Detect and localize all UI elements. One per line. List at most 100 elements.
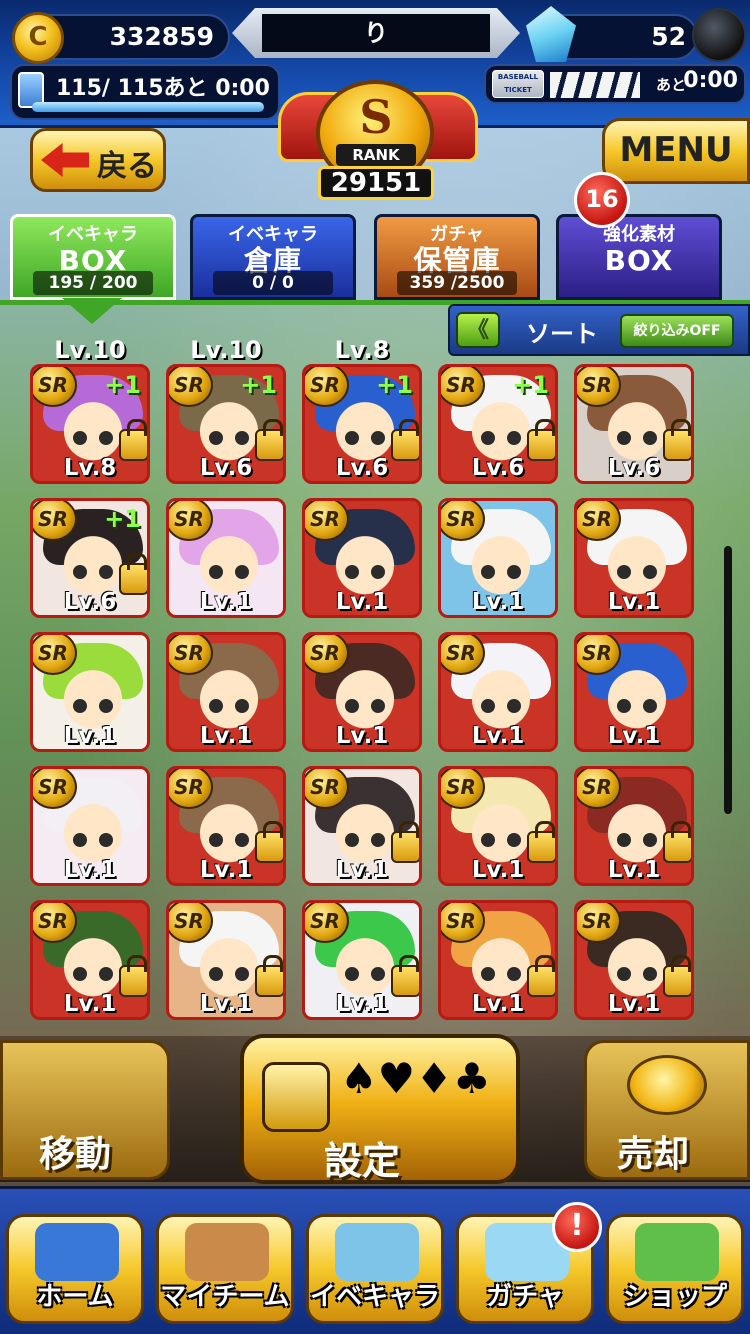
character-eye — [209, 833, 223, 847]
character-card[interactable]: SR Lv.1 — [166, 632, 286, 752]
nav-button-event-chara[interactable]: イベキャラ — [306, 1214, 444, 1324]
character-card[interactable]: SR +1 Lv.6 — [438, 364, 558, 484]
character-level: Lv.8 — [63, 455, 117, 481]
nav-button-team[interactable]: マイチーム — [156, 1214, 294, 1324]
character-card[interactable]: SR Lv.1 — [302, 900, 422, 1020]
character-card[interactable]: SR +1 Lv.6 — [30, 498, 150, 618]
character-grid: SR +1 Lv.8 SR +1 Lv.6 SR +1 Lv.6 SR +1 Lv.6 SR Lv.6 SR… — [30, 364, 706, 1030]
tab-subtitle: BOX — [604, 244, 674, 277]
sr-rarity-icon: SR — [577, 501, 621, 541]
character-level: Lv.1 — [471, 991, 525, 1017]
coin-value: 332859 — [109, 22, 214, 51]
player-name[interactable]: り — [262, 14, 490, 52]
event-chara-icon — [335, 1223, 419, 1281]
sr-rarity-icon: SR — [169, 501, 213, 541]
character-eye — [99, 699, 113, 713]
character-eye — [345, 699, 359, 713]
tab-gacha-vault[interactable]: ガチャ 保管庫 359 /2500 — [374, 214, 540, 300]
character-card[interactable]: SR Lv.1 — [166, 498, 286, 618]
coin-icon: C — [12, 12, 64, 64]
character-card[interactable]: SR Lv.1 — [166, 766, 286, 886]
character-card[interactable]: SR +1 Lv.6 — [166, 364, 286, 484]
character-card[interactable]: SR Lv.1 — [574, 632, 694, 752]
character-card[interactable]: SR Lv.1 — [438, 632, 558, 752]
tab-count: 0 / 0 — [213, 271, 333, 295]
character-card[interactable]: SR +1 Lv.8 — [30, 364, 150, 484]
character-card[interactable]: SR Lv.1 — [302, 498, 422, 618]
character-eye — [617, 431, 631, 445]
tab-material-box[interactable]: 強化素材 BOX — [556, 214, 722, 300]
sr-rarity-icon: SR — [33, 367, 77, 407]
character-card[interactable]: SR Lv.1 — [438, 766, 558, 886]
character-eye — [345, 565, 359, 579]
set-label: 設定 — [324, 1139, 401, 1183]
character-eye — [643, 833, 657, 847]
filter-button[interactable]: 絞り込みOFF — [620, 314, 734, 348]
ticket-icon: BASEBALL TICKET — [492, 70, 544, 98]
nav-button-home[interactable]: ホーム — [6, 1214, 144, 1324]
character-card[interactable]: SR Lv.1 — [30, 900, 150, 1020]
team-icon — [185, 1223, 269, 1281]
character-eye — [643, 565, 657, 579]
character-eye — [617, 699, 631, 713]
collapse-arrows-icon[interactable]: 《 — [456, 312, 500, 348]
partial-row: Lv.10 Lv.10 Lv.8 — [0, 336, 430, 360]
character-eye — [345, 833, 359, 847]
character-card[interactable]: SR Lv.1 — [574, 766, 694, 886]
nav-button-shop[interactable]: ショップ — [606, 1214, 744, 1324]
tab-event-chara-box[interactable]: イベキャラ BOX 195 / 200 — [10, 214, 176, 300]
character-eye — [99, 565, 113, 579]
sr-rarity-icon: SR — [305, 367, 349, 407]
stamina-meter[interactable]: 115/ 115あと 0:00 — [10, 64, 280, 120]
character-card[interactable]: SR +1 Lv.6 — [302, 364, 422, 484]
sr-rarity-icon: SR — [305, 635, 349, 675]
character-eye — [235, 565, 249, 579]
menu-button[interactable]: MENU — [602, 118, 750, 184]
tab-event-chara-storage[interactable]: イベキャラ 倉庫 0 / 0 — [190, 214, 356, 300]
back-button[interactable]: 戻る — [30, 128, 166, 192]
character-eye — [507, 967, 521, 981]
limit-break-badge: +1 — [240, 371, 277, 399]
character-card[interactable]: SR Lv.1 — [30, 632, 150, 752]
sr-rarity-icon: SR — [305, 903, 349, 943]
character-eye — [209, 431, 223, 445]
sort-button[interactable]: ソート — [526, 314, 598, 349]
sr-rarity-icon: SR — [577, 769, 621, 809]
character-eye — [73, 967, 87, 981]
character-card[interactable]: SR Lv.1 — [166, 900, 286, 1020]
character-card[interactable]: SR Lv.1 — [30, 766, 150, 886]
back-label: 戻る — [97, 149, 157, 184]
character-card[interactable]: SR Lv.1 — [302, 632, 422, 752]
character-eye — [481, 967, 495, 981]
character-card[interactable]: SR Lv.1 — [302, 766, 422, 886]
set-lock-button[interactable]: ♠♥♦♣ 設定 — [240, 1034, 520, 1184]
character-eye — [235, 431, 249, 445]
limit-break-badge: +1 — [104, 371, 141, 399]
character-eye — [481, 699, 495, 713]
character-card[interactable]: SR Lv.1 — [574, 498, 694, 618]
rank-points: 29151 — [318, 166, 434, 200]
character-eye — [73, 833, 87, 847]
scrollbar[interactable] — [724, 546, 732, 814]
ticket-ato: あと — [656, 76, 687, 94]
coin-counter[interactable]: C 332859 — [12, 12, 230, 64]
sell-button[interactable]: 売却 — [584, 1040, 750, 1180]
gem-value: 52 — [651, 22, 686, 51]
character-eye — [99, 967, 113, 981]
character-level: Lv.1 — [607, 589, 661, 615]
character-eye — [73, 565, 87, 579]
dark-orb-icon[interactable] — [692, 8, 746, 62]
character-eye — [345, 967, 359, 981]
move-button[interactable]: 移動 — [0, 1040, 170, 1180]
character-card[interactable]: SR Lv.6 — [574, 364, 694, 484]
padlock-icon — [262, 1062, 330, 1132]
character-card[interactable]: SR Lv.1 — [574, 900, 694, 1020]
sr-rarity-icon: SR — [33, 635, 77, 675]
character-card[interactable]: SR Lv.1 — [438, 900, 558, 1020]
character-level: Lv.1 — [199, 857, 253, 883]
baseball-ticket-meter[interactable]: BASEBALL TICKET あと 0:00 — [484, 64, 746, 104]
character-card[interactable]: SR Lv.1 — [438, 498, 558, 618]
character-level: Lv.1 — [607, 991, 661, 1017]
character-level: Lv.1 — [199, 723, 253, 749]
sr-rarity-icon: SR — [305, 501, 349, 541]
